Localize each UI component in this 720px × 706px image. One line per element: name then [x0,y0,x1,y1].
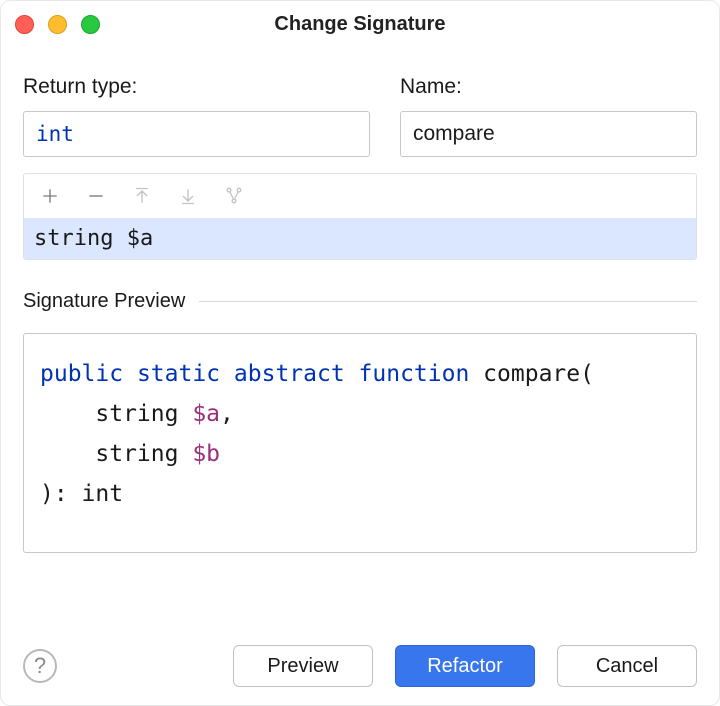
parameter-row[interactable]: string $a [24,218,696,259]
move-up-icon[interactable] [130,184,154,208]
help-button[interactable]: ? [23,649,57,683]
zoom-window-button[interactable] [81,15,100,34]
signature-preview-label: Signature Preview [23,290,185,313]
add-icon[interactable] [38,184,62,208]
return-type-label: Return type: [23,75,370,99]
code-token [220,361,234,387]
code-token: string [40,441,192,467]
fields-row: Return type: Name: [23,75,697,157]
code-token: static [137,361,220,387]
code-token: $b [192,441,220,467]
parameters-panel: string $a [23,173,697,260]
code-token: function [359,361,470,387]
code-token: $a [192,401,220,427]
titlebar: Change Signature [1,1,719,47]
code-token [345,361,359,387]
code-token [123,361,137,387]
window-title: Change Signature [1,13,719,36]
window-controls [15,15,100,34]
return-type-input[interactable] [23,111,370,157]
minimize-window-button[interactable] [48,15,67,34]
code-token: public [40,361,123,387]
code-token: abstract [234,361,345,387]
code-token: string [40,401,192,427]
name-input[interactable] [400,111,697,157]
name-field: Name: [400,75,697,157]
divider [199,301,697,302]
move-down-icon[interactable] [176,184,200,208]
remove-icon[interactable] [84,184,108,208]
close-window-button[interactable] [15,15,34,34]
code-token: , [220,401,234,427]
code-token: compare( [469,361,594,387]
signature-preview-box: public static abstract function compare(… [23,333,697,553]
dialog-footer: ? Preview Refactor Cancel [1,631,719,705]
preview-button[interactable]: Preview [233,645,373,687]
parameters-toolbar [24,174,696,218]
return-type-field: Return type: [23,75,370,157]
name-label: Name: [400,75,697,99]
propagate-icon[interactable] [222,184,246,208]
cancel-button[interactable]: Cancel [557,645,697,687]
code-token: ): int [40,481,123,507]
signature-preview-header: Signature Preview [23,290,697,313]
refactor-button[interactable]: Refactor [395,645,535,687]
dialog-content: Return type: Name: string $a [1,47,719,571]
